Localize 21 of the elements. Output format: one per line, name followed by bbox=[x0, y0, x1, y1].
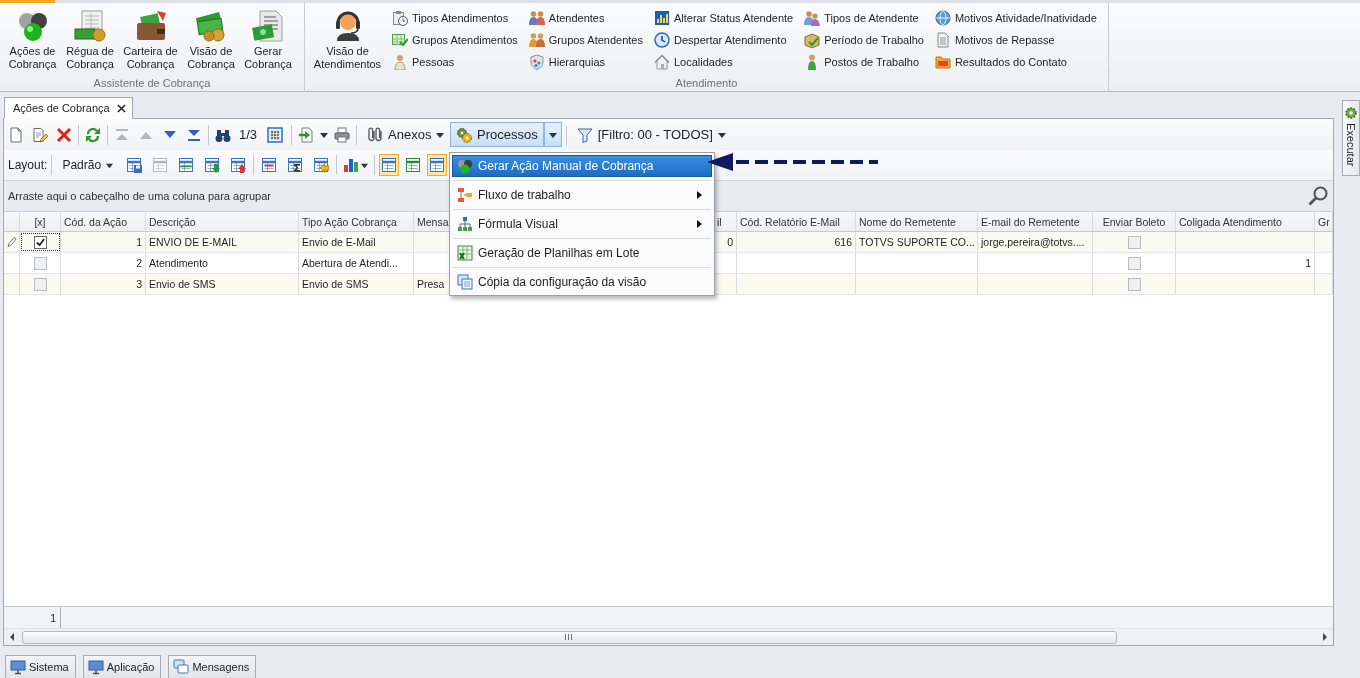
table-cell: Envio de SMS bbox=[149, 278, 216, 290]
table-cell: Presa bbox=[417, 278, 445, 290]
layout-label: Layout: bbox=[8, 158, 48, 172]
table-cell: 1 bbox=[136, 236, 142, 248]
table-cell: jorge.pereira@totvs.... bbox=[981, 236, 1085, 248]
ribbon-group-label: Atendimento bbox=[675, 77, 738, 90]
group-by-hint: Arraste aqui o cabeçalho de uma coluna para agrupar bbox=[8, 190, 271, 202]
table-cell: Atendimento bbox=[149, 257, 208, 269]
table-cell: TOTVS SUPORTE CO... bbox=[859, 236, 975, 248]
record-position: 1/3 bbox=[238, 127, 259, 142]
footer-count: 1 bbox=[50, 611, 56, 624]
table-cell: ENVIO DE E-MAIL bbox=[149, 236, 238, 248]
table-cell: Envio de E-Mail bbox=[302, 236, 376, 248]
table-cell: 0 bbox=[727, 236, 733, 248]
ribbon-group-label: Assistente de Cobrança bbox=[93, 77, 211, 90]
table-cell: 2 bbox=[136, 257, 142, 269]
table-cell: Envio de SMS bbox=[302, 278, 369, 290]
table-cell: 3 bbox=[136, 278, 142, 290]
table-cell: 616 bbox=[834, 236, 852, 248]
table-cell: 1 bbox=[1305, 257, 1311, 269]
table-cell: Abertura de Atendi... bbox=[302, 257, 398, 269]
